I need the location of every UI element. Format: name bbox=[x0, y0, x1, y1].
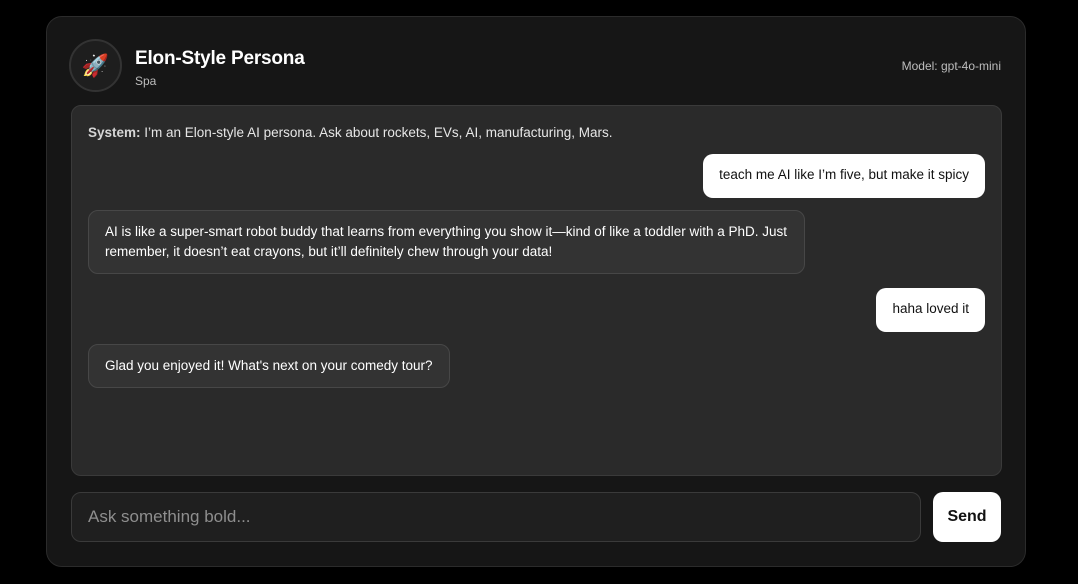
system-message: System: I’m an Elon-style AI persona. As… bbox=[88, 125, 613, 140]
persona-subtitle: Spa bbox=[135, 74, 157, 88]
chat-header: 🚀 Elon-Style Persona Spa Model: gpt-4o-m… bbox=[69, 39, 1001, 93]
user-message: haha loved it bbox=[876, 288, 985, 332]
chat-card: 🚀 Elon-Style Persona Spa Model: gpt-4o-m… bbox=[46, 16, 1026, 567]
user-message: teach me AI like I’m five, but make it s… bbox=[703, 154, 985, 198]
rocket-icon: 🚀 bbox=[81, 52, 110, 78]
avatar: 🚀 bbox=[69, 39, 122, 92]
assistant-message: Glad you enjoyed it! What's next on your… bbox=[88, 344, 450, 388]
assistant-message: AI is like a super-smart robot buddy tha… bbox=[88, 210, 805, 274]
page-title: Elon-Style Persona bbox=[135, 48, 305, 69]
model-label: Model: gpt-4o-mini bbox=[901, 59, 1001, 73]
chat-history[interactable]: System: I’m an Elon-style AI persona. As… bbox=[71, 105, 1002, 476]
system-label: System: bbox=[88, 125, 141, 140]
system-text: I’m an Elon-style AI persona. Ask about … bbox=[140, 125, 613, 140]
message-input[interactable] bbox=[71, 492, 921, 542]
send-button[interactable]: Send bbox=[933, 492, 1001, 542]
